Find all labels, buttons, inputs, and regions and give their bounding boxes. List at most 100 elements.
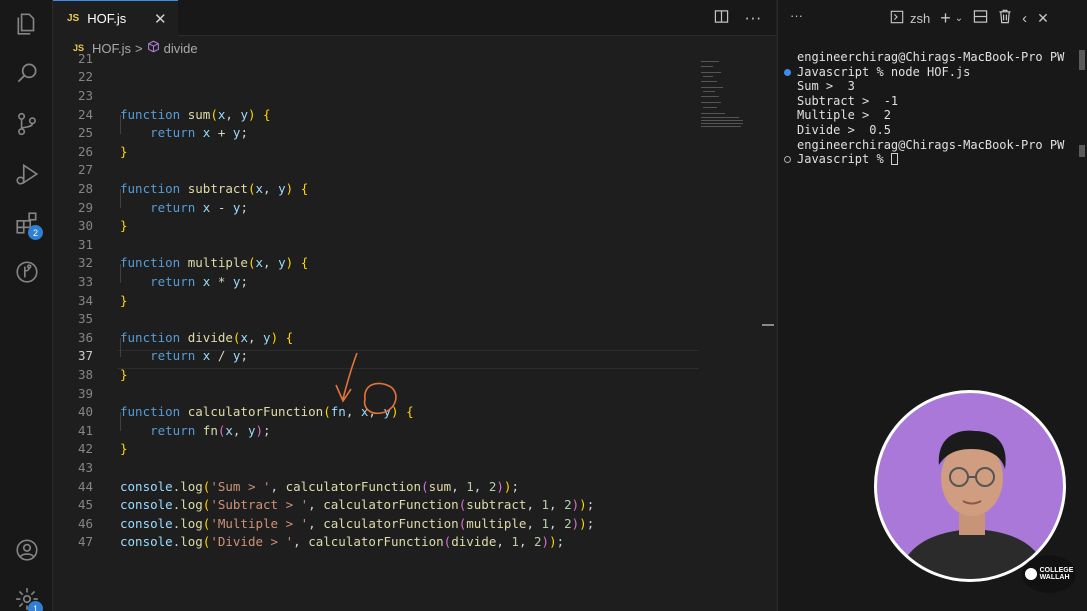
- run-debug-icon[interactable]: [13, 160, 41, 188]
- line-number: 32: [77, 255, 93, 270]
- account-icon[interactable]: [13, 536, 41, 564]
- extensions-icon[interactable]: 2: [13, 209, 43, 240]
- code-line: 33 return x * y;: [53, 273, 699, 292]
- line-number: 23: [77, 88, 93, 103]
- terminal-header: ··· zsh + ⌄ ‹ ✕: [778, 0, 1087, 36]
- command-pending-icon: [784, 156, 791, 164]
- line-number: 21: [77, 51, 93, 66]
- line-number: 43: [77, 460, 93, 475]
- terminal-line: Subtract > -1: [797, 93, 899, 108]
- logo-text-2: WALLAH: [1039, 574, 1070, 581]
- search-icon[interactable]: [13, 59, 41, 87]
- code-line: 32 function multiple(x, y) {: [53, 254, 699, 273]
- code-line: 30}: [53, 217, 699, 236]
- line-number: 46: [77, 516, 93, 531]
- line-number: 34: [77, 293, 93, 308]
- code-line: 47 console.log('Divide > ', calculatorFun…: [53, 533, 699, 552]
- webcam-overlay: [874, 390, 1066, 582]
- settings-icon[interactable]: 1: [13, 585, 43, 611]
- presenter-avatar: [898, 430, 1048, 579]
- line-number: 35: [77, 311, 93, 326]
- line-number: 22: [77, 69, 93, 84]
- more-actions-icon[interactable]: ···: [745, 10, 762, 28]
- chevron-left-icon[interactable]: ‹: [1022, 10, 1027, 27]
- plus-icon[interactable]: +: [940, 9, 951, 27]
- line-number: 29: [77, 200, 93, 215]
- code-line: 27: [53, 161, 699, 180]
- annotation-arrow: [335, 352, 397, 415]
- code-line: 42}: [53, 440, 699, 459]
- code-line: 22: [53, 68, 699, 87]
- split-terminal-icon[interactable]: [973, 9, 988, 27]
- source-control-icon[interactable]: [13, 110, 41, 138]
- code-line: 23: [53, 87, 699, 106]
- terminal-line: Javascript % node HOF.js: [782, 65, 1082, 80]
- editor-area: JS HOF.js ✕ ··· JS HOF.js > divide 21 22…: [53, 0, 776, 611]
- code-line: 46 console.log('Multiple > ', calculatorF…: [53, 515, 699, 534]
- line-number: 40: [77, 404, 93, 419]
- line-number: 26: [77, 144, 93, 159]
- code-editor[interactable]: 21 22 23 24 function sum(x, y) { 25 retur…: [53, 51, 699, 611]
- terminal-line: engineerchirag@Chirags-MacBook-Pro PW: [797, 137, 1065, 152]
- tab-hof-js[interactable]: JS HOF.js ✕: [53, 0, 178, 36]
- line-number: 41: [77, 423, 93, 438]
- explorer-icon[interactable]: [13, 10, 41, 38]
- more-actions-icon[interactable]: ···: [790, 8, 803, 23]
- line-number: 33: [77, 274, 93, 289]
- college-wallah-logo: COLLEGE WALLAH: [1022, 555, 1076, 593]
- code-line: 21: [53, 50, 699, 69]
- terminal-shell-name[interactable]: zsh: [910, 11, 930, 26]
- line-number-active: 37: [77, 348, 93, 363]
- line-number: 44: [77, 479, 93, 494]
- terminal-cursor: [890, 153, 898, 166]
- git-graph-icon[interactable]: [13, 258, 41, 286]
- code-line: 24 function sum(x, y) {: [53, 106, 699, 125]
- js-file-icon: JS: [67, 13, 80, 24]
- extensions-badge: 2: [28, 225, 43, 240]
- code-line: 28 function subtract(x, y) {: [53, 180, 699, 199]
- line-number: 25: [77, 125, 93, 140]
- settings-badge: 1: [28, 601, 43, 611]
- terminal-line: Javascript %: [782, 152, 1082, 167]
- editor-actions: ···: [714, 9, 762, 28]
- terminal-output[interactable]: engineerchirag@Chirags-MacBook-Pro PW Ja…: [782, 50, 1082, 167]
- line-number: 30: [77, 218, 93, 233]
- terminal-line: Sum > 3: [797, 79, 855, 94]
- code-line: 36 function divide(x, y) {: [53, 329, 699, 348]
- terminal-line: Multiple > 2: [797, 108, 891, 123]
- terminal-icon[interactable]: [890, 10, 904, 27]
- command-success-icon: [784, 68, 791, 76]
- chevron-down-icon[interactable]: ⌄: [955, 13, 963, 24]
- line-number: 39: [77, 386, 93, 401]
- logo-icon: [1024, 568, 1037, 580]
- line-number: 38: [77, 367, 93, 382]
- trash-icon[interactable]: [998, 9, 1012, 27]
- minimap[interactable]: [699, 59, 769, 179]
- code-line: 25 return x + y;: [53, 124, 699, 143]
- code-line: 26}: [53, 143, 699, 162]
- tab-bar: JS HOF.js ✕ ···: [53, 0, 776, 36]
- tab-title: HOF.js: [87, 11, 127, 26]
- line-number: 31: [77, 237, 93, 252]
- close-icon[interactable]: ✕: [1037, 10, 1049, 27]
- terminal-line: engineerchirag@Chirags-MacBook-Pro PW: [797, 50, 1065, 64]
- code-line: 34}: [53, 292, 699, 311]
- line-number: 42: [77, 441, 93, 456]
- line-number: 47: [77, 534, 93, 549]
- code-line: 45 console.log('Subtract > ', calculatorF…: [53, 496, 699, 515]
- code-line: 44 console.log('Sum > ', calculatorFuncti…: [53, 478, 699, 497]
- line-number: 27: [77, 162, 93, 177]
- split-editor-icon[interactable]: [714, 9, 729, 28]
- terminal-scrollbar[interactable]: [1079, 50, 1085, 70]
- logo-text-1: COLLEGE: [1039, 567, 1074, 574]
- scrollbar-position[interactable]: [762, 324, 774, 326]
- line-number: 45: [77, 497, 93, 512]
- line-number: 36: [77, 330, 93, 345]
- terminal-scrollbar[interactable]: [1079, 145, 1085, 157]
- code-line: 35: [53, 310, 699, 329]
- code-line: 29 return x - y;: [53, 199, 699, 218]
- line-number: 24: [77, 107, 93, 122]
- terminal-line: Divide > 0.5: [797, 122, 891, 137]
- activity-bar: 2 1: [0, 0, 53, 611]
- close-icon[interactable]: ✕: [154, 10, 167, 28]
